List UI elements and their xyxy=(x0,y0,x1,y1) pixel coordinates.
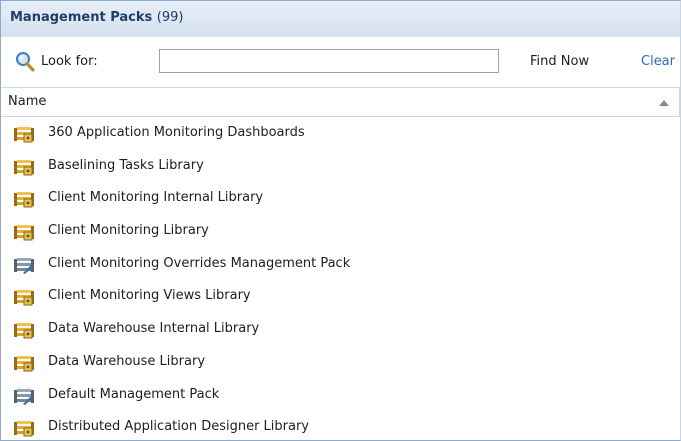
list-item[interactable]: Client Monitoring Overrides Management P… xyxy=(1,248,680,281)
list-item[interactable]: Client Monitoring Library xyxy=(1,215,680,248)
list-item-label: Client Monitoring Library xyxy=(48,223,209,239)
list-item-label: 360 Application Monitoring Dashboards xyxy=(48,125,305,140)
management-packs-pane: Management Packs (99) Look for: Find Now… xyxy=(0,0,681,441)
unsealed-mp-icon xyxy=(14,257,34,274)
sort-ascending-icon xyxy=(659,100,669,106)
sealed-mp-icon xyxy=(14,127,34,143)
list-item-label: Distributed Application Designer Library xyxy=(48,419,310,435)
list-item[interactable]: Data Warehouse Internal Library xyxy=(1,313,680,346)
clear-link[interactable]: Clear xyxy=(641,54,675,69)
list-item[interactable]: Default Management Pack xyxy=(1,379,680,412)
pack-count: (99) xyxy=(156,10,184,25)
sealed-mp-icon xyxy=(14,159,34,176)
sealed-mp-icon xyxy=(14,421,34,437)
find-now-button[interactable]: Find Now xyxy=(530,54,589,69)
list-item[interactable]: 360 Application Monitoring Dashboards xyxy=(1,117,680,150)
list-item-label: Client Monitoring Views Library xyxy=(48,288,251,304)
list-item-label: Client Monitoring Overrides Management P… xyxy=(48,255,351,271)
sealed-mp-icon xyxy=(14,192,34,208)
search-bar: Look for: Find Now Clear xyxy=(1,37,680,87)
unsealed-mp-icon xyxy=(14,388,34,405)
column-separator[interactable] xyxy=(679,88,680,116)
list-item[interactable]: Client Monitoring Internal Library xyxy=(1,182,680,215)
pane-title-text: Management Packs xyxy=(10,10,153,25)
list-item-label: Baselining Tasks Library xyxy=(48,157,204,173)
list-item[interactable]: Data Warehouse Library xyxy=(1,346,680,379)
list-item-label: Data Warehouse Library xyxy=(48,353,206,369)
search-input[interactable] xyxy=(159,49,499,73)
list-item[interactable]: Client Monitoring Views Library xyxy=(1,280,680,313)
sealed-mp-icon xyxy=(14,290,34,306)
sealed-mp-icon xyxy=(14,355,34,372)
pane-header: Management Packs (99) xyxy=(1,1,680,37)
list-item-label: Data Warehouse Internal Library xyxy=(48,321,260,337)
management-pack-list: 360 Application Monitoring Dashboards Ba… xyxy=(1,117,680,440)
list-item-label: Default Management Pack xyxy=(48,386,220,402)
look-for-label: Look for: xyxy=(41,54,98,69)
column-header-label: Name xyxy=(8,94,47,109)
list-item[interactable]: Distributed Application Designer Library xyxy=(1,411,680,440)
sealed-mp-icon xyxy=(14,323,34,339)
list-item[interactable]: Baselining Tasks Library xyxy=(1,150,680,183)
list-item-label: Client Monitoring Internal Library xyxy=(48,190,264,206)
column-header-name[interactable]: Name xyxy=(1,87,680,117)
search-icon xyxy=(16,52,35,72)
sealed-mp-icon xyxy=(14,225,34,241)
pane-title: Management Packs (99) xyxy=(10,10,183,25)
